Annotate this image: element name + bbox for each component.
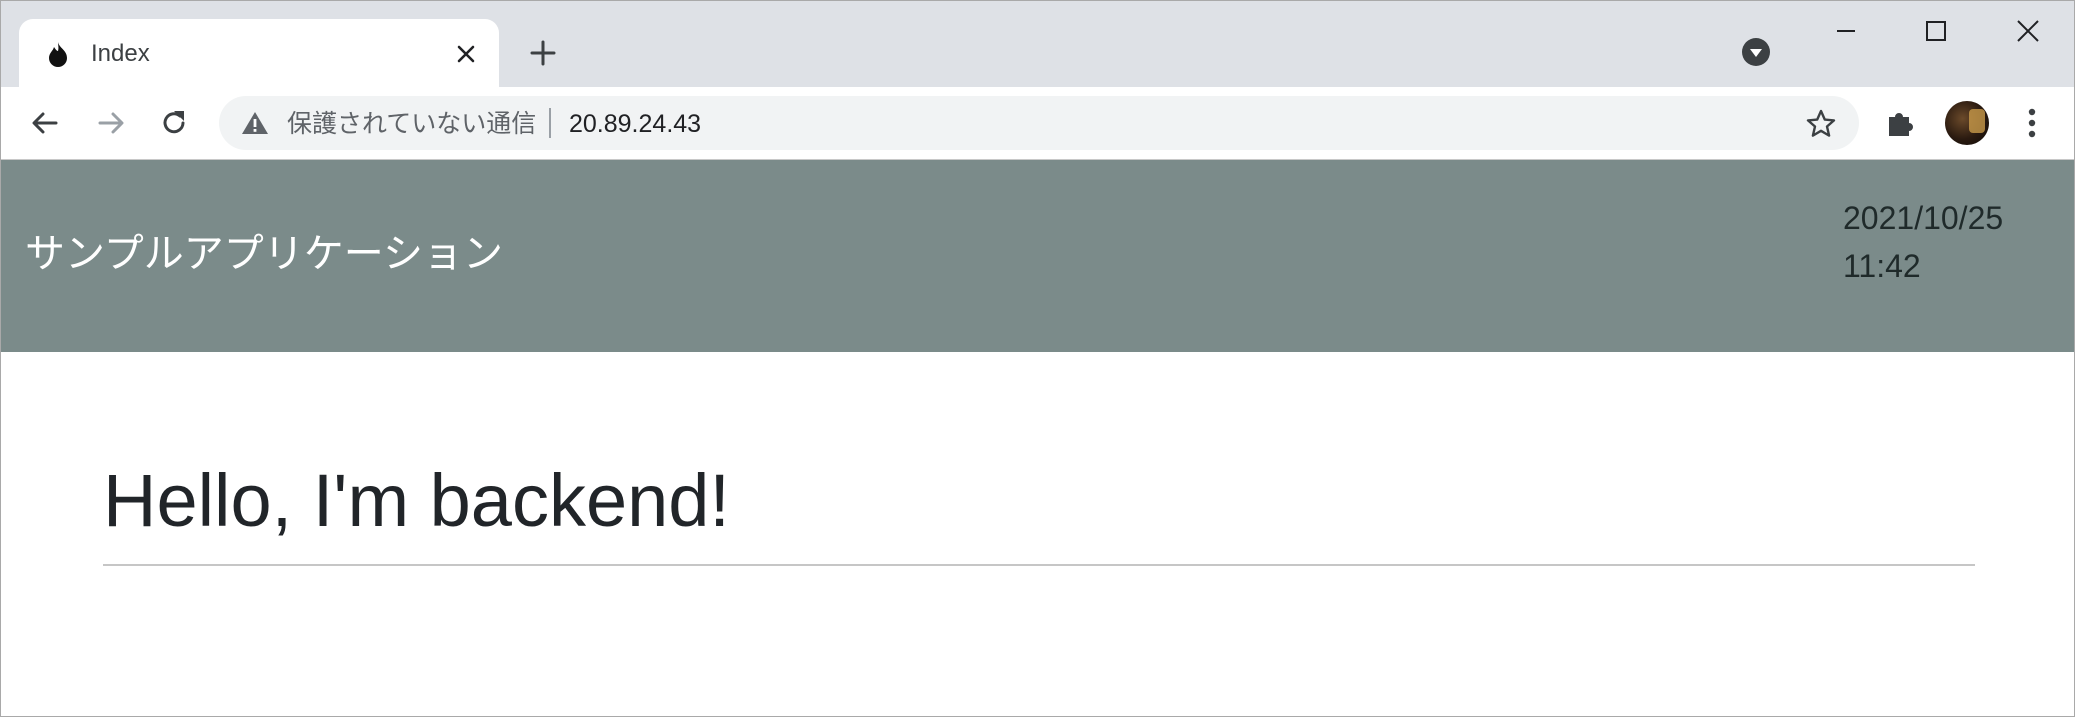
- avatar[interactable]: [1945, 101, 1989, 145]
- plus-icon[interactable]: [525, 35, 561, 71]
- page-heading: Hello, I'm backend!: [103, 459, 730, 542]
- date-text: 2021/10/25: [1843, 200, 2004, 236]
- app-header: サンプルアプリケーション 2021/10/25 11:42: [1, 160, 2074, 352]
- arrow-right-icon[interactable]: [91, 103, 131, 143]
- security-status-label[interactable]: 保護されていない通信: [287, 109, 536, 139]
- time-text: 11:42: [1843, 248, 1921, 284]
- tab-title: Index: [91, 40, 150, 67]
- tab-strip: Index: [1, 1, 2074, 87]
- maximize-icon[interactable]: [1911, 11, 1961, 51]
- address-divider: [549, 108, 551, 138]
- app-title[interactable]: サンプルアプリケーション: [25, 230, 503, 278]
- browser-toolbar: 保護されていない通信 20.89.24.43: [1, 87, 2074, 160]
- warning-icon[interactable]: [241, 110, 269, 136]
- arrow-left-icon[interactable]: [25, 103, 65, 143]
- puzzle-icon[interactable]: [1883, 105, 1919, 141]
- window-close-icon[interactable]: [2003, 11, 2053, 51]
- flame-icon: [43, 39, 73, 69]
- tab-index[interactable]: Index: [19, 19, 499, 87]
- minimize-icon[interactable]: [1821, 11, 1871, 51]
- main-content: Hello, I'm backend!: [103, 352, 1975, 566]
- close-icon[interactable]: [451, 39, 481, 69]
- chevron-down-circle-icon[interactable]: [1741, 37, 1771, 67]
- heading-divider: [103, 564, 1975, 566]
- reload-icon[interactable]: [154, 103, 194, 143]
- date-time-display: 2021/10/25 11:42: [1843, 194, 2003, 290]
- star-icon[interactable]: [1805, 108, 1837, 140]
- address-bar[interactable]: 保護されていない通信 20.89.24.43: [219, 96, 1859, 150]
- browser-window: Index 保護されていない通信 20.89.24.43 サンプルアプリケーショ…: [0, 0, 2075, 717]
- url-text[interactable]: 20.89.24.43: [569, 109, 701, 139]
- kebab-menu-icon[interactable]: [2017, 105, 2047, 141]
